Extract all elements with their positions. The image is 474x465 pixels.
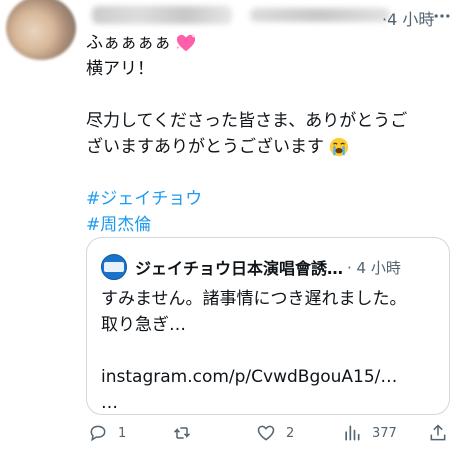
- retweet-button[interactable]: [172, 423, 202, 443]
- quoted-line: 取り急ぎ…: [101, 315, 186, 335]
- quoted-author-name: ジェイチョウ日本演唱會誘…: [135, 259, 344, 278]
- author-handle-redacted: [250, 8, 390, 22]
- quoted-link[interactable]: instagram.com/p/CvwdBgouA15/…: [101, 364, 437, 390]
- quoted-tweet-text: すみません。諸事情につき遅れました。 取り急ぎ… instagram.com/p…: [101, 286, 437, 416]
- views-icon: [345, 425, 360, 441]
- quoted-tweet-header: ジェイチョウ日本演唱會誘… · 4 小時: [101, 254, 401, 280]
- reply-icon: [90, 425, 106, 442]
- reply-button[interactable]: 1: [88, 423, 126, 443]
- quoted-line: …: [101, 393, 118, 413]
- hashtag-link[interactable]: #周杰倫: [86, 212, 466, 238]
- reply-count: 1: [118, 425, 127, 441]
- tweet-line-text: ざいますありがとうございます: [86, 137, 324, 157]
- like-button[interactable]: 2: [256, 423, 294, 443]
- heart-icon: [257, 425, 275, 441]
- sparkling-heart-icon: [176, 34, 196, 52]
- author-name-redacted[interactable]: [92, 6, 232, 24]
- tweet-line: 尽力してくださった皆さま、ありがとうご: [86, 111, 408, 131]
- tweet-text: ふぁぁぁぁ 横アリ！ 尽力してくださった皆さま、ありがとうご ざいますありがとう…: [86, 30, 466, 238]
- more-options-button[interactable]: [428, 4, 456, 28]
- retweet-icon: [173, 427, 191, 439]
- views-button[interactable]: 377: [342, 423, 397, 443]
- share-icon: [430, 424, 446, 441]
- tweet-line: 横アリ！: [86, 59, 154, 79]
- tweet-time[interactable]: ·4 小時: [382, 6, 434, 30]
- tweet-line: ざいますありがとうございます: [86, 134, 466, 160]
- quoted-avatar: [101, 254, 127, 280]
- tweet-line-text: ふぁぁぁぁ: [86, 33, 171, 53]
- tweet-actions: 1 2 377: [80, 423, 470, 455]
- more-icon: [434, 14, 450, 18]
- crying-face-icon: [329, 137, 349, 157]
- quoted-line: [101, 338, 437, 364]
- share-button[interactable]: [428, 423, 448, 443]
- quoted-line: すみません。諸事情につき遅れました。: [101, 289, 407, 309]
- avatar[interactable]: [6, 0, 76, 60]
- tweet-line: ふぁぁぁぁ: [86, 30, 466, 56]
- hashtag-link[interactable]: #ジェイチョウ: [86, 186, 466, 212]
- view-count: 377: [372, 425, 397, 441]
- quoted-tweet-card[interactable]: ジェイチョウ日本演唱會誘… · 4 小時 すみません。諸事情につき遅れました。 …: [86, 237, 450, 415]
- quoted-tweet-time: · 4 小時: [347, 258, 401, 277]
- like-count: 2: [286, 425, 295, 441]
